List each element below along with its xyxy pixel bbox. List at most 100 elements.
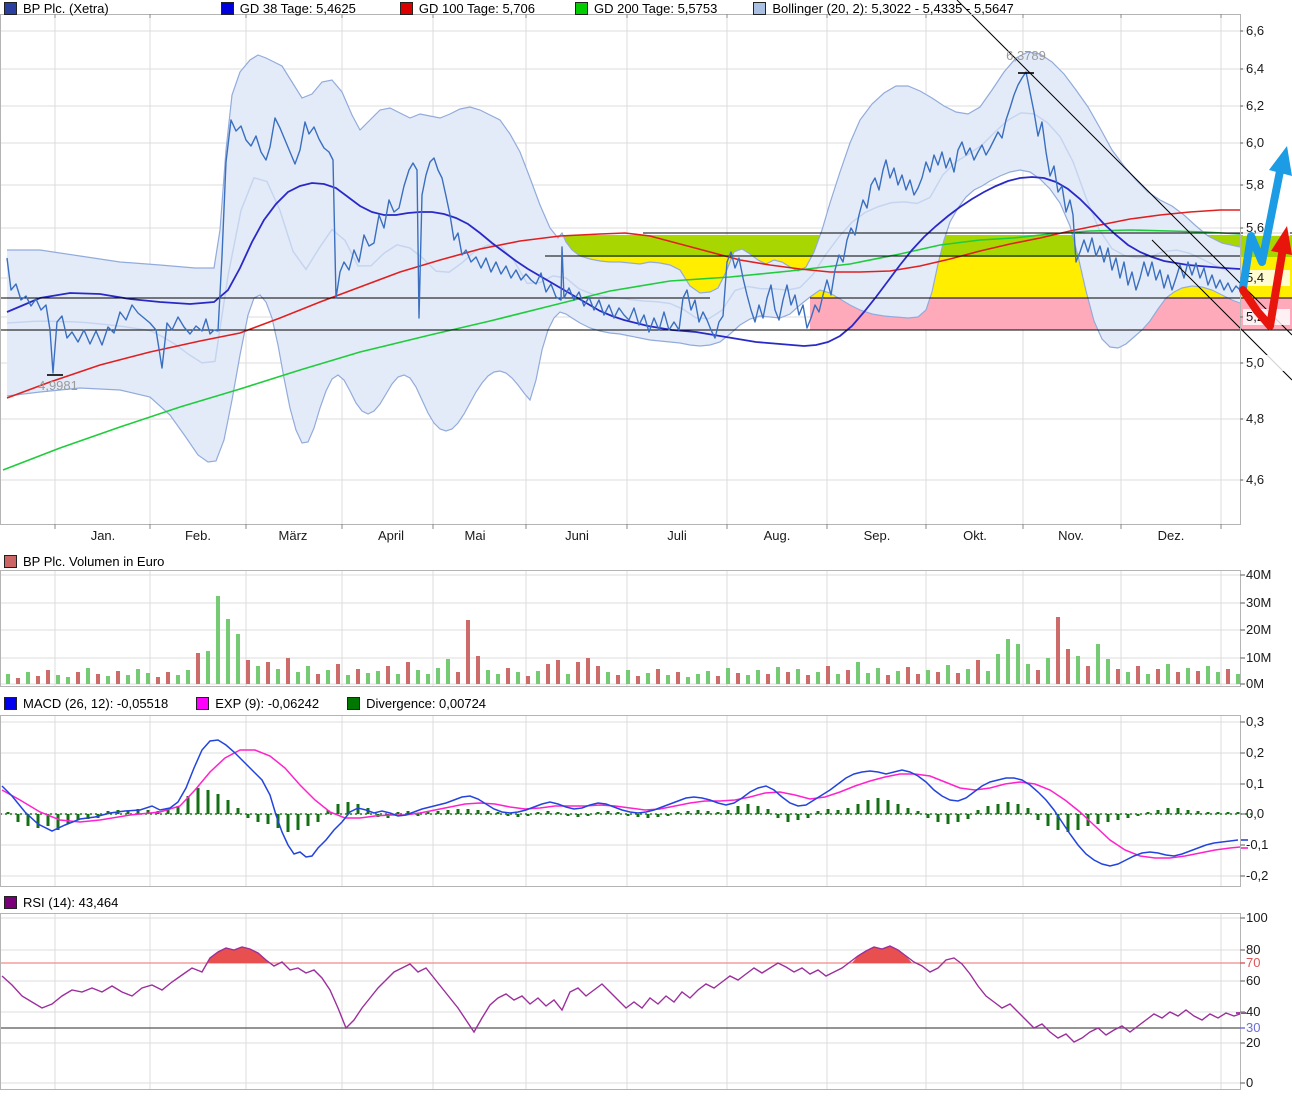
- volume-bar: [1136, 666, 1140, 684]
- divergence-bar: [747, 804, 750, 814]
- volume-bar: [516, 672, 520, 684]
- main-legend-label: Bollinger (20, 2): 5,3022 - 5,4335 - 5,5…: [772, 1, 1013, 16]
- volume-legend-swatch-icon: [4, 555, 17, 568]
- divergence-bar: [1187, 810, 1190, 814]
- main-legend-swatch-icon: [4, 2, 17, 15]
- volume-bar: [246, 660, 250, 684]
- volume-bar: [336, 664, 340, 684]
- divergence-bar: [247, 814, 250, 818]
- svg-text:-0,2: -0,2: [1246, 868, 1268, 883]
- volume-bar: [946, 665, 950, 684]
- volume-bar: [556, 660, 560, 684]
- volume-bar: [326, 670, 330, 684]
- volume-bar: [856, 662, 860, 684]
- divergence-bar: [767, 809, 770, 814]
- divergence-bar: [887, 800, 890, 814]
- divergence-bar: [467, 809, 470, 814]
- volume-bar: [836, 674, 840, 684]
- volume-bar: [436, 668, 440, 684]
- price-chart-panel: 6,66,46,26,05,85,65,45,25,04,84,6Jan.Feb…: [0, 0, 1292, 543]
- volume-bar: [1166, 664, 1170, 684]
- volume-bar: [766, 674, 770, 684]
- main-legend-swatch-icon: [221, 2, 234, 15]
- divergence-bar: [857, 804, 860, 814]
- svg-text:20M: 20M: [1246, 622, 1271, 637]
- main-chart-legend: BP Plc. (Xetra)GD 38 Tage: 5,4625GD 100 …: [4, 1, 1014, 16]
- volume-bar: [536, 671, 540, 684]
- divergence-bar: [877, 798, 880, 814]
- volume-bar: [906, 667, 910, 684]
- volume-bar: [486, 670, 490, 684]
- volume-bar: [546, 664, 550, 684]
- volume-bar: [156, 677, 160, 684]
- volume-bar: [1176, 672, 1180, 684]
- volume-bar: [986, 671, 990, 684]
- divergence-bar: [257, 814, 260, 822]
- rsi-panel: 1008070604030200: [0, 910, 1268, 1090]
- divergence-bar: [797, 814, 800, 820]
- volume-bar: [1206, 666, 1210, 684]
- divergence-bar: [697, 810, 700, 814]
- volume-bar: [366, 673, 370, 684]
- divergence-bar: [517, 814, 520, 817]
- svg-text:30M: 30M: [1246, 595, 1271, 610]
- price-extreme-label: 6,3789: [1006, 48, 1046, 63]
- volume-bar: [776, 667, 780, 684]
- divergence-bar: [717, 812, 720, 814]
- x-axis-month-label: März: [279, 528, 308, 543]
- divergence-bar: [447, 810, 450, 814]
- volume-bar: [426, 674, 430, 684]
- divergence-bar: [1197, 811, 1200, 814]
- volume-bar: [726, 668, 730, 684]
- volume-bar: [96, 674, 100, 684]
- volume-bar: [106, 676, 110, 684]
- volume-bar: [996, 654, 1000, 684]
- volume-bar: [1096, 644, 1100, 684]
- volume-bar: [446, 659, 450, 684]
- volume-bar: [806, 675, 810, 684]
- divergence-bar: [1127, 814, 1130, 818]
- main-legend-item-3: GD 200 Tage: 5,5753: [575, 1, 717, 16]
- volume-bar: [826, 666, 830, 684]
- macd-legend-item-0: MACD (26, 12): -0,05518: [4, 696, 168, 711]
- volume-bar: [756, 670, 760, 684]
- volume-bar: [1126, 672, 1130, 684]
- divergence-bar: [1167, 808, 1170, 814]
- main-legend-swatch-icon: [753, 2, 766, 15]
- volume-bar: [736, 673, 740, 684]
- volume-bar: [596, 666, 600, 684]
- divergence-bar: [1147, 812, 1150, 814]
- divergence-bar: [527, 814, 530, 816]
- divergence-bar: [207, 790, 210, 814]
- rsi-legend-label: RSI (14): 43,464: [23, 895, 118, 910]
- volume-legend-label: BP Plc. Volumen in Euro: [23, 554, 164, 569]
- divergence-bar: [737, 806, 740, 814]
- divergence-bar: [847, 808, 850, 814]
- x-axis-month-label: Sep.: [864, 528, 891, 543]
- svg-text:30: 30: [1246, 1020, 1260, 1035]
- divergence-bar: [787, 814, 790, 822]
- volume-bar: [646, 673, 650, 684]
- volume-bar: [276, 669, 280, 684]
- divergence-bar: [1137, 814, 1140, 816]
- divergence-bar: [987, 806, 990, 814]
- svg-text:100: 100: [1246, 910, 1268, 925]
- volume-bar: [1116, 669, 1120, 684]
- svg-text:6,2: 6,2: [1246, 98, 1264, 113]
- rsi-legend-item-0: RSI (14): 43,464: [4, 895, 118, 910]
- divergence-bar: [567, 814, 570, 816]
- main-legend-swatch-icon: [400, 2, 413, 15]
- divergence-bar: [707, 811, 710, 814]
- x-axis-month-label: Dez.: [1158, 528, 1185, 543]
- divergence-bar: [557, 812, 560, 814]
- divergence-bar: [597, 812, 600, 814]
- divergence-bar: [687, 811, 690, 814]
- volume-bar: [1086, 666, 1090, 684]
- divergence-bar: [617, 812, 620, 814]
- macd-legend-label: Divergence: 0,00724: [366, 696, 486, 711]
- divergence-bar: [977, 810, 980, 814]
- volume-bar: [216, 596, 220, 684]
- volume-bar: [1106, 659, 1110, 684]
- volume-bar: [66, 677, 70, 684]
- main-legend-item-4: Bollinger (20, 2): 5,3022 - 5,4335 - 5,5…: [753, 1, 1013, 16]
